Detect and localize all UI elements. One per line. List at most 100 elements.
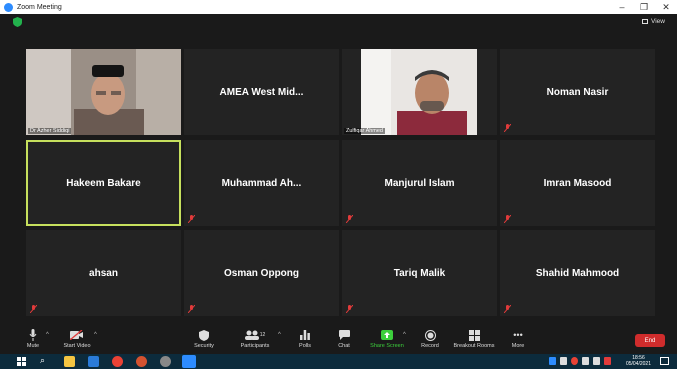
muted-mic-icon (30, 305, 37, 313)
notification-tray-icon[interactable] (604, 357, 611, 365)
record-icon (424, 329, 436, 341)
zoom-tray-icon[interactable] (549, 357, 556, 365)
chrome-tray-icon[interactable] (571, 357, 578, 365)
participant-tile[interactable]: Osman Oppong (184, 230, 339, 316)
security-button[interactable]: Security (183, 328, 225, 349)
share-screen-button[interactable]: Share Screen (366, 328, 408, 349)
share-screen-icon (381, 330, 393, 340)
chat-label: Chat (338, 343, 350, 349)
video-off-icon (70, 330, 83, 340)
chrome-icon[interactable] (112, 356, 123, 367)
windows-start-icon[interactable] (17, 357, 26, 366)
participants-caret-icon[interactable]: ^ (278, 332, 281, 338)
encryption-shield-icon[interactable] (13, 17, 22, 27)
minimize-icon[interactable]: – (611, 0, 633, 14)
participant-name: Manjurul Islam (384, 177, 455, 189)
more-dots-icon: ••• (513, 330, 523, 340)
muted-mic-icon (504, 215, 511, 223)
zoom-taskbar-icon[interactable] (182, 355, 196, 368)
share-options-caret-icon[interactable]: ^ (403, 332, 406, 338)
muted-mic-icon (188, 305, 195, 313)
record-button[interactable]: Record (409, 328, 451, 349)
participant-name: ahsan (89, 267, 118, 279)
end-meeting-button[interactable]: End (635, 334, 665, 347)
participant-name: Muhammad Ah... (221, 177, 302, 189)
meeting-toolbar: Mute ^ Start Video ^ Security 12 Partici… (0, 326, 677, 354)
mail-icon[interactable] (88, 356, 99, 367)
start-video-label: Start Video (63, 343, 91, 349)
participant-tile[interactable]: Tariq Malik (342, 230, 497, 316)
more-button[interactable]: ••• More (497, 328, 539, 349)
share-screen-label: Share Screen (370, 343, 404, 349)
breakout-rooms-button[interactable]: Breakout Rooms (453, 328, 495, 349)
breakout-rooms-label: Breakout Rooms (453, 343, 495, 349)
participant-name-label: Zulfiqar Ahmed (344, 128, 385, 134)
participant-name: Noman Nasir (546, 86, 609, 98)
volume-tray-icon[interactable] (593, 357, 600, 365)
muted-mic-icon (504, 305, 511, 313)
participant-name: Tariq Malik (393, 267, 446, 279)
participant-tile-active-speaker[interactable]: Hakeem Bakare (26, 140, 181, 226)
participant-tile[interactable]: AMEA West Mid... (184, 49, 339, 135)
chat-bubble-icon (338, 330, 350, 340)
maximize-icon[interactable]: ❐ (633, 0, 655, 14)
microphone-icon (29, 329, 37, 341)
view-button[interactable]: View (642, 18, 665, 25)
muted-mic-icon (346, 305, 353, 313)
participant-name: Hakeem Bakare (66, 177, 141, 189)
polls-button[interactable]: Polls (284, 328, 326, 349)
security-shield-icon (199, 329, 209, 341)
participant-name: AMEA West Mid... (219, 86, 304, 98)
chat-button[interactable]: Chat (323, 328, 365, 349)
powerpoint-icon[interactable] (136, 356, 147, 367)
participants-icon (244, 330, 259, 340)
participant-name-label: Dr Azher Siddiqi (28, 128, 72, 134)
mic-tray-icon[interactable] (560, 357, 567, 365)
participant-name: Imran Masood (543, 177, 612, 189)
participant-tile[interactable]: Noman Nasir (500, 49, 655, 135)
action-center-icon[interactable] (660, 357, 669, 365)
clock[interactable]: 18:56 05/04/2021 (626, 355, 651, 367)
windows-taskbar: ⌕ 18:56 05/04/2021 (0, 354, 677, 369)
mute-label: Mute (26, 343, 40, 349)
security-label: Security (194, 343, 214, 349)
search-icon[interactable]: ⌕ (40, 355, 45, 366)
participant-tile[interactable]: Muhammad Ah... (184, 140, 339, 226)
grid-view-icon (642, 19, 649, 24)
network-tray-icon[interactable] (582, 357, 589, 365)
zoom-logo-icon (4, 2, 13, 12)
audio-options-caret-icon[interactable]: ^ (46, 332, 49, 338)
video-options-caret-icon[interactable]: ^ (94, 332, 97, 338)
participant-name: Osman Oppong (224, 267, 299, 279)
muted-mic-icon (504, 124, 511, 132)
app-icon[interactable] (160, 356, 171, 367)
clock-date: 05/04/2021 (625, 361, 651, 367)
title-bar: Zoom Meeting – ❐ ✕ (0, 0, 677, 14)
more-label: More (511, 343, 525, 349)
participants-button[interactable]: 12 Participants (234, 328, 276, 349)
polls-icon (300, 330, 310, 340)
participant-tile-video[interactable]: Dr Azher Siddiqi (26, 49, 181, 135)
breakout-rooms-icon (468, 329, 480, 341)
record-label: Record (421, 343, 439, 349)
view-button-label: View (651, 18, 665, 25)
participant-name: Shahid Mahmood (535, 267, 620, 279)
window-title: Zoom Meeting (17, 3, 62, 11)
participant-tile[interactable]: Imran Masood (500, 140, 655, 226)
muted-mic-icon (346, 215, 353, 223)
participant-tile[interactable]: ahsan (26, 230, 181, 316)
participant-video (26, 49, 181, 135)
system-tray (549, 357, 611, 365)
file-explorer-icon[interactable] (64, 356, 75, 367)
participant-tile[interactable]: Manjurul Islam (342, 140, 497, 226)
start-video-button[interactable]: Start Video (56, 328, 98, 349)
participant-tile[interactable]: Shahid Mahmood (500, 230, 655, 316)
meeting-top-strip: View (0, 14, 677, 32)
participants-label: Participants (240, 343, 270, 349)
close-icon[interactable]: ✕ (655, 0, 677, 14)
participant-tile-video[interactable]: Zulfiqar Ahmed (342, 49, 497, 135)
participants-count: 12 (259, 332, 266, 338)
polls-label: Polls (299, 343, 311, 349)
muted-mic-icon (188, 215, 195, 223)
participant-video (342, 49, 497, 135)
